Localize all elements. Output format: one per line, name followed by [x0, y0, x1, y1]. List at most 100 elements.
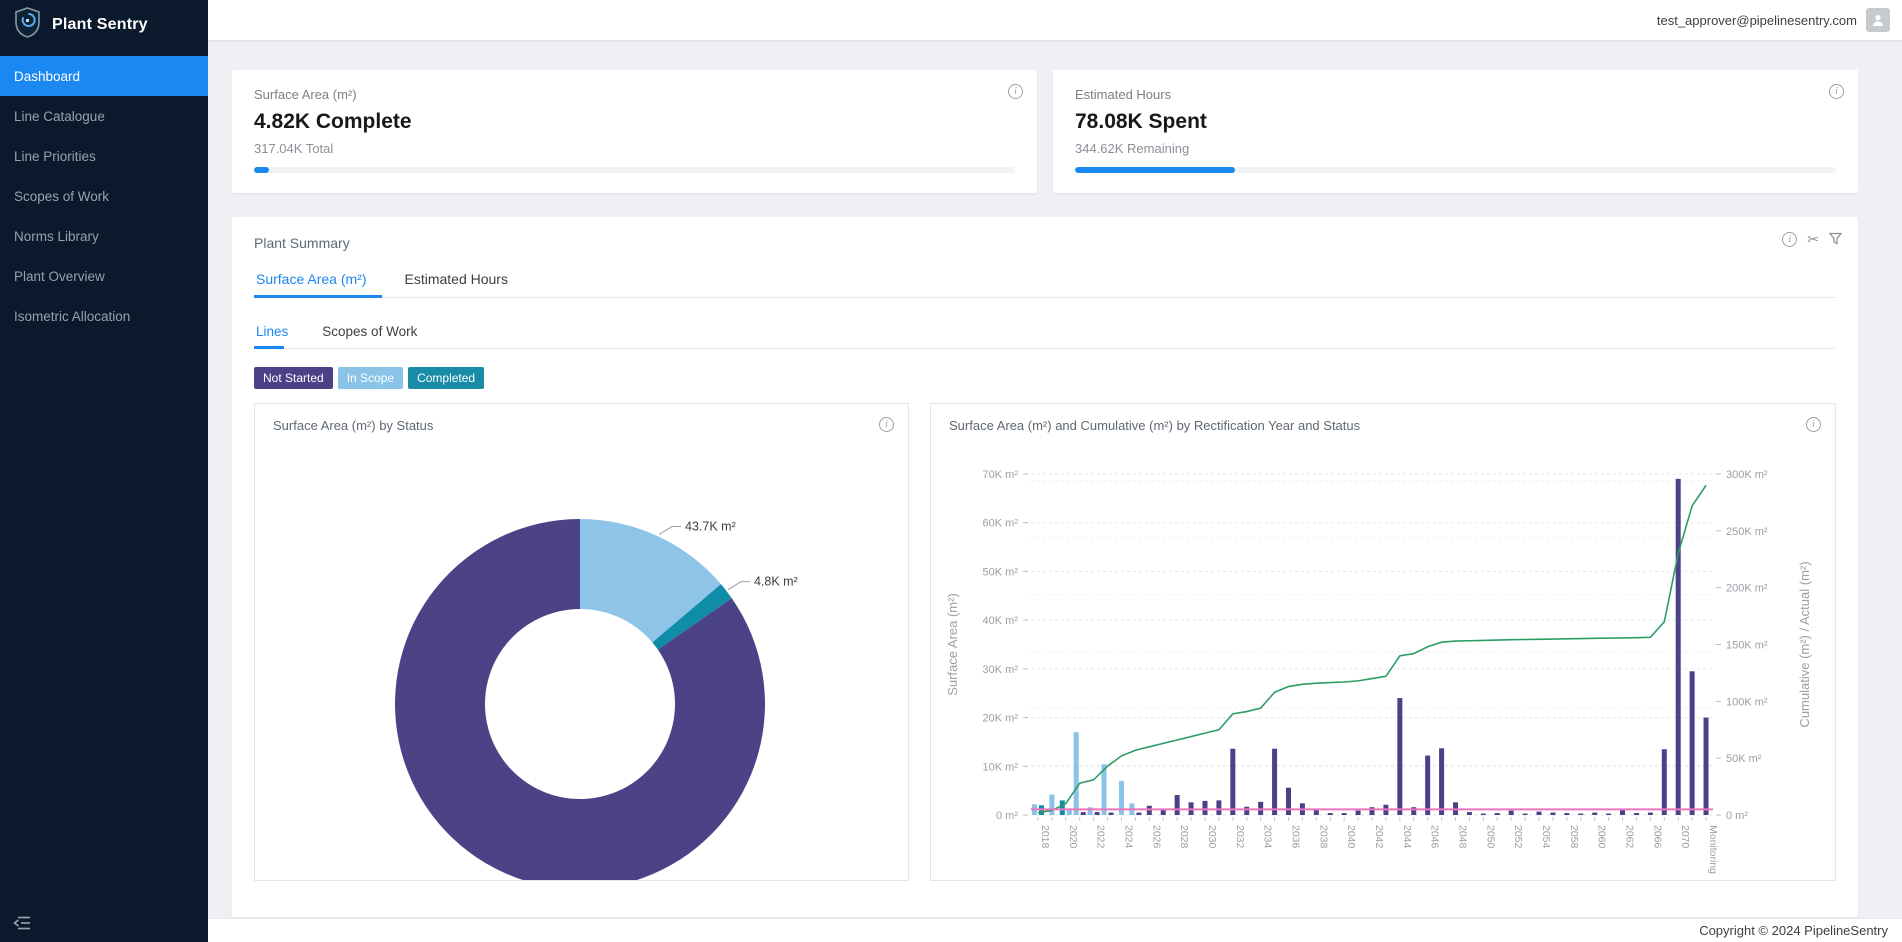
donut-chart-panel: Surface Area (m²) by Status i 43.7K m² 4.…: [254, 403, 909, 881]
kpi-value: 4.82K Complete: [254, 110, 1015, 134]
svg-text:43.7K m²: 43.7K m²: [685, 520, 736, 534]
svg-text:150K m²: 150K m²: [1726, 640, 1768, 652]
user-email[interactable]: test_approver@pipelinesentry.com: [1657, 13, 1857, 28]
info-icon[interactable]: i: [1806, 417, 1821, 432]
sidebar: Plant Sentry Dashboard Line Catalogue Li…: [0, 0, 208, 942]
svg-text:2036: 2036: [1289, 825, 1301, 849]
sidebar-item-dashboard[interactable]: Dashboard: [0, 56, 208, 96]
svg-text:2058: 2058: [1568, 825, 1580, 849]
subtab-lines[interactable]: Lines: [254, 320, 290, 348]
svg-text:4.8K m²: 4.8K m²: [754, 575, 798, 589]
combo-chart-panel: Surface Area (m²) and Cumulative (m²) by…: [930, 403, 1836, 881]
svg-text:30K m²: 30K m²: [983, 664, 1019, 676]
filter-icon[interactable]: [1829, 232, 1842, 248]
sidebar-item-scopes-of-work[interactable]: Scopes of Work: [0, 176, 208, 216]
copyright-text: Copyright © 2024 PipelineSentry: [1699, 923, 1888, 938]
status-legend: Not Started In Scope Completed: [254, 367, 1836, 389]
combo-chart-title: Surface Area (m²) and Cumulative (m²) by…: [949, 418, 1360, 433]
legend-badge-not-started[interactable]: Not Started: [254, 367, 333, 389]
kpi-label: Estimated Hours: [1075, 87, 1836, 102]
page-footer: Copyright © 2024 PipelineSentry: [208, 918, 1902, 942]
info-icon[interactable]: i: [1008, 84, 1023, 99]
person-icon[interactable]: [1866, 8, 1890, 32]
sidebar-item-norms-library[interactable]: Norms Library: [0, 216, 208, 256]
sidebar-item-line-catalogue[interactable]: Line Catalogue: [0, 96, 208, 136]
svg-text:10K m²: 10K m²: [983, 761, 1019, 773]
svg-text:2040: 2040: [1345, 825, 1357, 849]
svg-text:2018: 2018: [1039, 825, 1051, 849]
kpi-progress-fill: [254, 167, 269, 173]
svg-text:2020: 2020: [1067, 825, 1079, 849]
svg-text:2060: 2060: [1596, 825, 1608, 849]
svg-text:2032: 2032: [1234, 825, 1246, 849]
plant-summary-toolbar: i ✂: [1782, 231, 1842, 248]
charts-row: Surface Area (m²) by Status i 43.7K m² 4.…: [254, 403, 1836, 881]
svg-text:2050: 2050: [1484, 825, 1496, 849]
svg-text:2042: 2042: [1373, 825, 1385, 849]
subtab-scopes-of-work[interactable]: Scopes of Work: [320, 320, 419, 348]
kpi-card-surface-area: Surface Area (m²) 4.82K Complete 317.04K…: [232, 70, 1037, 193]
svg-text:2062: 2062: [1624, 825, 1636, 849]
kpi-progress-track: [1075, 167, 1836, 173]
svg-text:100K m²: 100K m²: [1726, 696, 1768, 708]
svg-text:2026: 2026: [1150, 825, 1162, 849]
svg-text:250K m²: 250K m²: [1726, 526, 1768, 538]
kpi-card-estimated-hours: Estimated Hours 78.08K Spent 344.62K Rem…: [1053, 70, 1858, 193]
svg-text:Cumulative (m²) / Actual (m²): Cumulative (m²) / Actual (m²): [1797, 561, 1812, 727]
sidebar-item-line-priorities[interactable]: Line Priorities: [0, 136, 208, 176]
svg-text:2048: 2048: [1457, 825, 1469, 849]
legend-badge-in-scope[interactable]: In Scope: [338, 367, 403, 389]
legend-badge-completed[interactable]: Completed: [408, 367, 484, 389]
info-icon[interactable]: i: [1829, 84, 1844, 99]
donut-chart[interactable]: 43.7K m² 4.8K m²: [255, 404, 908, 880]
main-column: test_approver@pipelinesentry.com Surface…: [208, 0, 1902, 942]
app-root: Plant Sentry Dashboard Line Catalogue Li…: [0, 0, 1902, 942]
scissors-icon[interactable]: ✂: [1807, 231, 1819, 248]
svg-text:2034: 2034: [1262, 825, 1274, 849]
svg-text:300K m²: 300K m²: [1726, 469, 1768, 481]
svg-text:70K m²: 70K m²: [983, 469, 1019, 481]
kpi-progress-fill: [1075, 167, 1235, 173]
dashboard-content: Surface Area (m²) 4.82K Complete 317.04K…: [208, 40, 1902, 918]
svg-text:200K m²: 200K m²: [1726, 583, 1768, 595]
svg-text:50K m²: 50K m²: [1726, 753, 1762, 765]
svg-text:2030: 2030: [1206, 825, 1218, 849]
kpi-row: Surface Area (m²) 4.82K Complete 317.04K…: [232, 70, 1858, 193]
svg-text:40K m²: 40K m²: [983, 615, 1019, 627]
kpi-progress-track: [254, 167, 1015, 173]
shield-icon: [14, 7, 41, 43]
svg-text:2066: 2066: [1651, 825, 1663, 849]
svg-text:2028: 2028: [1178, 825, 1190, 849]
summary-tabs: Surface Area (m²) Estimated Hours: [254, 265, 1836, 298]
donut-chart-title: Surface Area (m²) by Status: [273, 418, 433, 433]
plant-summary-card: Plant Summary i ✂ Surface Area (m²) Esti…: [232, 217, 1858, 917]
svg-text:2070: 2070: [1679, 825, 1691, 849]
plant-summary-title: Plant Summary: [254, 235, 1836, 251]
svg-text:2038: 2038: [1317, 825, 1329, 849]
sidebar-item-plant-overview[interactable]: Plant Overview: [0, 256, 208, 296]
svg-text:2046: 2046: [1429, 825, 1441, 849]
svg-text:2044: 2044: [1401, 825, 1413, 849]
svg-text:60K m²: 60K m²: [983, 518, 1019, 530]
kpi-subvalue: 344.62K Remaining: [1075, 141, 1836, 156]
svg-text:2054: 2054: [1540, 825, 1552, 849]
svg-text:20K m²: 20K m²: [983, 713, 1019, 725]
svg-text:50K m²: 50K m²: [983, 566, 1019, 578]
collapse-sidebar-icon[interactable]: [13, 915, 31, 936]
info-icon[interactable]: i: [1782, 232, 1797, 247]
top-header: test_approver@pipelinesentry.com: [208, 0, 1902, 40]
svg-text:Monitoring: Monitoring: [1707, 825, 1719, 874]
svg-text:2024: 2024: [1122, 825, 1134, 849]
tab-estimated-hours[interactable]: Estimated Hours: [402, 265, 509, 297]
kpi-subvalue: 317.04K Total: [254, 141, 1015, 156]
info-icon[interactable]: i: [879, 417, 894, 432]
sidebar-nav: Dashboard Line Catalogue Line Priorities…: [0, 56, 208, 336]
svg-text:0 m²: 0 m²: [996, 810, 1018, 822]
app-title: Plant Sentry: [52, 16, 148, 34]
tab-surface-area[interactable]: Surface Area (m²): [254, 265, 368, 297]
combo-chart[interactable]: 0 m² 10K m² 20K m² 30K m² 40K m² 50K m² 60K m²…: [931, 404, 1836, 880]
svg-text:Surface Area (m²): Surface Area (m²): [945, 593, 960, 696]
svg-text:0 m²: 0 m²: [1726, 810, 1748, 822]
app-logo: Plant Sentry: [0, 0, 208, 50]
sidebar-item-isometric-allocation[interactable]: Isometric Allocation: [0, 296, 208, 336]
